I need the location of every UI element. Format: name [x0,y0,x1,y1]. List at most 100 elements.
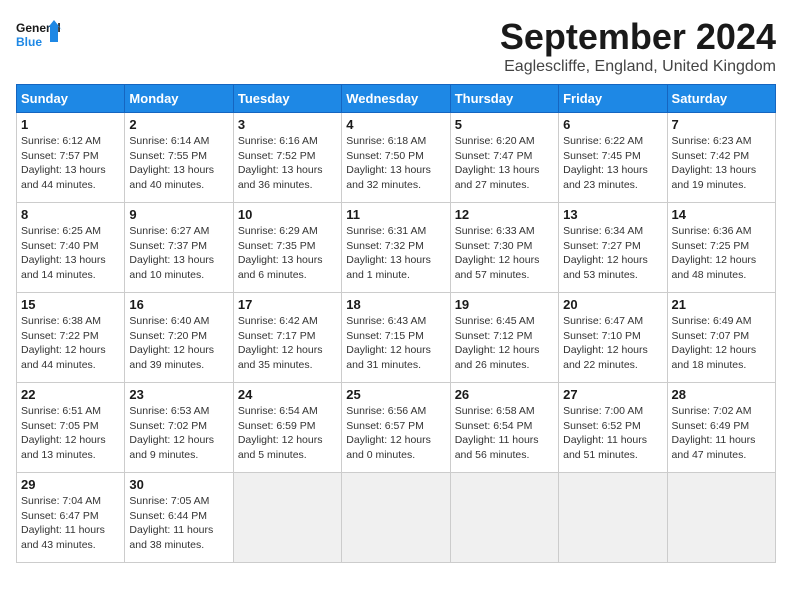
day-info: Sunrise: 6:51 AMSunset: 7:05 PMDaylight:… [21,404,120,463]
table-row: 26 Sunrise: 6:58 AMSunset: 6:54 PMDayligh… [450,383,558,473]
day-number: 9 [129,207,228,222]
table-row [233,473,341,563]
day-number: 15 [21,297,120,312]
table-row: 16 Sunrise: 6:40 AMSunset: 7:20 PMDayligh… [125,293,233,383]
day-info: Sunrise: 6:22 AMSunset: 7:45 PMDaylight:… [563,134,662,193]
table-row: 8 Sunrise: 6:25 AMSunset: 7:40 PMDaylight… [17,203,125,293]
col-saturday: Saturday [667,85,775,113]
col-thursday: Thursday [450,85,558,113]
calendar-week-5: 29 Sunrise: 7:04 AMSunset: 6:47 PMDayligh… [17,473,776,563]
table-row [342,473,450,563]
header-row: Sunday Monday Tuesday Wednesday Thursday… [17,85,776,113]
day-number: 11 [346,207,445,222]
day-number: 21 [672,297,771,312]
table-row: 18 Sunrise: 6:43 AMSunset: 7:15 PMDayligh… [342,293,450,383]
table-row: 30 Sunrise: 7:05 AMSunset: 6:44 PMDayligh… [125,473,233,563]
day-info: Sunrise: 6:54 AMSunset: 6:59 PMDaylight:… [238,404,337,463]
day-info: Sunrise: 6:18 AMSunset: 7:50 PMDaylight:… [346,134,445,193]
calendar-table: Sunday Monday Tuesday Wednesday Thursday… [16,84,776,563]
day-info: Sunrise: 6:12 AMSunset: 7:57 PMDaylight:… [21,134,120,193]
day-number: 17 [238,297,337,312]
location-title: Eaglescliffe, England, United Kingdom [500,58,776,76]
day-number: 14 [672,207,771,222]
calendar-week-4: 22Sunrise: 6:51 AMSunset: 7:05 PMDayligh… [17,383,776,473]
day-info: Sunrise: 6:49 AMSunset: 7:07 PMDaylight:… [672,314,771,373]
day-info: Sunrise: 6:23 AMSunset: 7:42 PMDaylight:… [672,134,771,193]
table-row: 9 Sunrise: 6:27 AMSunset: 7:37 PMDaylight… [125,203,233,293]
day-number: 19 [455,297,554,312]
table-row: 19 Sunrise: 6:45 AMSunset: 7:12 PMDayligh… [450,293,558,383]
table-row: 20 Sunrise: 6:47 AMSunset: 7:10 PMDayligh… [559,293,667,383]
day-number: 24 [238,387,337,402]
day-info: Sunrise: 6:38 AMSunset: 7:22 PMDaylight:… [21,314,120,373]
table-row: 1 Sunrise: 6:12 AMSunset: 7:57 PMDaylight… [17,113,125,203]
day-info: Sunrise: 6:36 AMSunset: 7:25 PMDaylight:… [672,224,771,283]
table-row: 17 Sunrise: 6:42 AMSunset: 7:17 PMDayligh… [233,293,341,383]
day-number: 30 [129,477,228,492]
day-number: 20 [563,297,662,312]
day-info: Sunrise: 6:29 AMSunset: 7:35 PMDaylight:… [238,224,337,283]
table-row: 27Sunrise: 7:00 AMSunset: 6:52 PMDayligh… [559,383,667,473]
day-number: 13 [563,207,662,222]
table-row: 13 Sunrise: 6:34 AMSunset: 7:27 PMDayligh… [559,203,667,293]
table-row: 28 Sunrise: 7:02 AMSunset: 6:49 PMDayligh… [667,383,775,473]
day-number: 1 [21,117,120,132]
day-number: 3 [238,117,337,132]
table-row: 7 Sunrise: 6:23 AMSunset: 7:42 PMDaylight… [667,113,775,203]
day-number: 6 [563,117,662,132]
day-number: 18 [346,297,445,312]
table-row: 2Sunrise: 6:14 AMSunset: 7:55 PMDaylight… [125,113,233,203]
day-number: 7 [672,117,771,132]
table-row: 5Sunrise: 6:20 AMSunset: 7:47 PMDaylight… [450,113,558,203]
day-info: Sunrise: 7:04 AMSunset: 6:47 PMDaylight:… [21,494,120,553]
day-info: Sunrise: 6:53 AMSunset: 7:02 PMDaylight:… [129,404,228,463]
month-title: September 2024 [500,16,776,58]
day-number: 16 [129,297,228,312]
day-info: Sunrise: 7:05 AMSunset: 6:44 PMDaylight:… [129,494,228,553]
day-number: 4 [346,117,445,132]
day-info: Sunrise: 6:42 AMSunset: 7:17 PMDaylight:… [238,314,337,373]
day-info: Sunrise: 6:58 AMSunset: 6:54 PMDaylight:… [455,404,554,463]
day-number: 5 [455,117,554,132]
day-number: 8 [21,207,120,222]
day-number: 27 [563,387,662,402]
col-monday: Monday [125,85,233,113]
table-row: 4 Sunrise: 6:18 AMSunset: 7:50 PMDaylight… [342,113,450,203]
table-row [667,473,775,563]
day-info: Sunrise: 6:47 AMSunset: 7:10 PMDaylight:… [563,314,662,373]
day-info: Sunrise: 6:34 AMSunset: 7:27 PMDaylight:… [563,224,662,283]
day-info: Sunrise: 6:33 AMSunset: 7:30 PMDaylight:… [455,224,554,283]
table-row: 14 Sunrise: 6:36 AMSunset: 7:25 PMDayligh… [667,203,775,293]
table-row: 15 Sunrise: 6:38 AMSunset: 7:22 PMDayligh… [17,293,125,383]
col-wednesday: Wednesday [342,85,450,113]
svg-text:Blue: Blue [16,35,42,49]
day-info: Sunrise: 6:16 AMSunset: 7:52 PMDaylight:… [238,134,337,193]
calendar-week-1: 1 Sunrise: 6:12 AMSunset: 7:57 PMDaylight… [17,113,776,203]
table-row [559,473,667,563]
col-friday: Friday [559,85,667,113]
day-number: 28 [672,387,771,402]
table-row: 11Sunrise: 6:31 AMSunset: 7:32 PMDayligh… [342,203,450,293]
col-sunday: Sunday [17,85,125,113]
table-row: 29 Sunrise: 7:04 AMSunset: 6:47 PMDayligh… [17,473,125,563]
day-info: Sunrise: 6:27 AMSunset: 7:37 PMDaylight:… [129,224,228,283]
day-number: 25 [346,387,445,402]
col-tuesday: Tuesday [233,85,341,113]
table-row: 25Sunrise: 6:56 AMSunset: 6:57 PMDayligh… [342,383,450,473]
day-number: 26 [455,387,554,402]
day-info: Sunrise: 6:45 AMSunset: 7:12 PMDaylight:… [455,314,554,373]
calendar-week-3: 15 Sunrise: 6:38 AMSunset: 7:22 PMDayligh… [17,293,776,383]
day-number: 10 [238,207,337,222]
title-area: September 2024 Eaglescliffe, England, Un… [500,16,776,76]
table-row: 21 Sunrise: 6:49 AMSunset: 7:07 PMDayligh… [667,293,775,383]
table-row: 22Sunrise: 6:51 AMSunset: 7:05 PMDayligh… [17,383,125,473]
day-number: 2 [129,117,228,132]
day-info: Sunrise: 7:02 AMSunset: 6:49 PMDaylight:… [672,404,771,463]
calendar-week-2: 8 Sunrise: 6:25 AMSunset: 7:40 PMDaylight… [17,203,776,293]
table-row: 23Sunrise: 6:53 AMSunset: 7:02 PMDayligh… [125,383,233,473]
day-number: 29 [21,477,120,492]
day-info: Sunrise: 6:40 AMSunset: 7:20 PMDaylight:… [129,314,228,373]
day-info: Sunrise: 6:43 AMSunset: 7:15 PMDaylight:… [346,314,445,373]
day-info: Sunrise: 6:25 AMSunset: 7:40 PMDaylight:… [21,224,120,283]
table-row: 10 Sunrise: 6:29 AMSunset: 7:35 PMDayligh… [233,203,341,293]
